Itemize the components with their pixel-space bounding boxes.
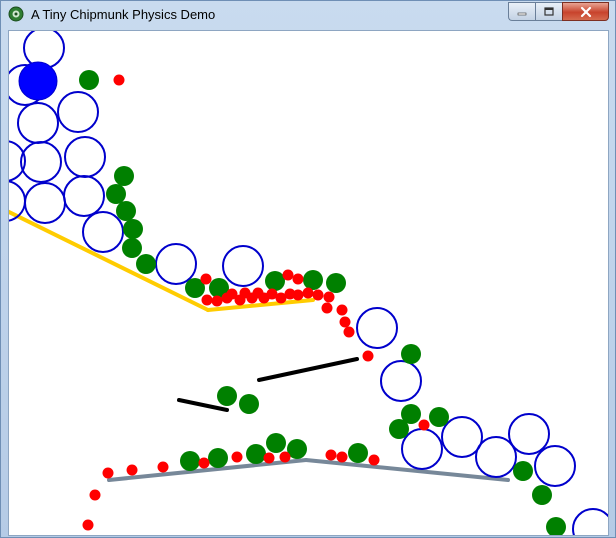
large-ball xyxy=(9,140,26,182)
medium-ball xyxy=(217,386,237,406)
app-window: A Tiny Chipmunk Physics Demo xyxy=(0,0,616,538)
small-ball xyxy=(362,350,374,362)
small-ball xyxy=(325,449,337,461)
close-button[interactable] xyxy=(562,2,609,21)
small-ball xyxy=(263,452,275,464)
large-ball xyxy=(401,428,443,470)
large-ball xyxy=(64,136,106,178)
large-ball xyxy=(534,445,576,487)
medium-ball xyxy=(389,419,409,439)
small-ball xyxy=(312,289,324,301)
small-ball xyxy=(336,451,348,463)
small-ball xyxy=(231,451,243,463)
small-ball xyxy=(82,519,94,531)
small-ball xyxy=(323,291,335,303)
ramp-segment xyxy=(9,209,210,312)
minimize-button[interactable] xyxy=(508,2,535,21)
small-ball xyxy=(292,273,304,285)
medium-ball xyxy=(546,517,566,535)
medium-ball xyxy=(136,254,156,274)
large-ball xyxy=(24,182,66,224)
small-ball xyxy=(368,454,380,466)
small-ball xyxy=(157,461,169,473)
selected-ball xyxy=(18,61,58,101)
large-ball xyxy=(508,413,550,455)
small-ball xyxy=(282,269,294,281)
large-ball xyxy=(63,175,105,217)
window-title: A Tiny Chipmunk Physics Demo xyxy=(31,7,216,22)
maximize-button[interactable] xyxy=(535,2,562,21)
large-ball xyxy=(380,360,422,402)
small-ball xyxy=(102,467,114,479)
medium-ball xyxy=(429,407,449,427)
minimize-icon xyxy=(517,12,527,15)
close-icon xyxy=(580,6,591,17)
medium-ball xyxy=(532,485,552,505)
medium-ball xyxy=(326,273,346,293)
large-ball xyxy=(222,245,264,287)
medium-ball xyxy=(116,201,136,221)
medium-ball xyxy=(239,394,259,414)
large-ball xyxy=(57,91,99,133)
window-controls xyxy=(508,2,609,22)
medium-ball xyxy=(401,344,421,364)
medium-ball xyxy=(266,433,286,453)
medium-ball xyxy=(122,238,142,258)
small-ball xyxy=(200,273,212,285)
large-ball xyxy=(17,102,59,144)
small-ball xyxy=(89,489,101,501)
medium-ball xyxy=(265,271,285,291)
medium-ball xyxy=(106,184,126,204)
black-segment xyxy=(257,357,359,382)
maximize-icon xyxy=(544,6,554,16)
medium-ball xyxy=(246,444,266,464)
small-ball xyxy=(418,419,430,431)
large-ball xyxy=(155,243,197,285)
medium-ball xyxy=(208,448,228,468)
medium-ball xyxy=(303,270,323,290)
small-ball xyxy=(343,326,355,338)
physics-scene[interactable] xyxy=(9,31,608,535)
small-ball xyxy=(302,287,314,299)
large-ball xyxy=(356,307,398,349)
small-ball xyxy=(211,295,223,307)
small-ball xyxy=(201,294,213,306)
small-ball xyxy=(279,451,291,463)
small-ball xyxy=(292,289,304,301)
medium-ball xyxy=(513,461,533,481)
small-ball xyxy=(113,74,125,86)
small-ball xyxy=(198,457,210,469)
large-ball xyxy=(20,141,62,183)
medium-ball xyxy=(348,443,368,463)
medium-ball xyxy=(114,166,134,186)
chipmunk-icon xyxy=(8,6,24,22)
title-bar[interactable]: A Tiny Chipmunk Physics Demo xyxy=(1,1,615,29)
small-ball xyxy=(321,302,333,314)
large-ball xyxy=(572,508,608,535)
small-ball xyxy=(336,304,348,316)
large-ball xyxy=(82,211,124,253)
small-ball xyxy=(126,464,138,476)
physics-canvas[interactable] xyxy=(8,30,609,536)
large-ball xyxy=(475,436,517,478)
medium-ball xyxy=(123,219,143,239)
medium-ball xyxy=(180,451,200,471)
medium-ball xyxy=(79,70,99,90)
small-ball xyxy=(339,316,351,328)
